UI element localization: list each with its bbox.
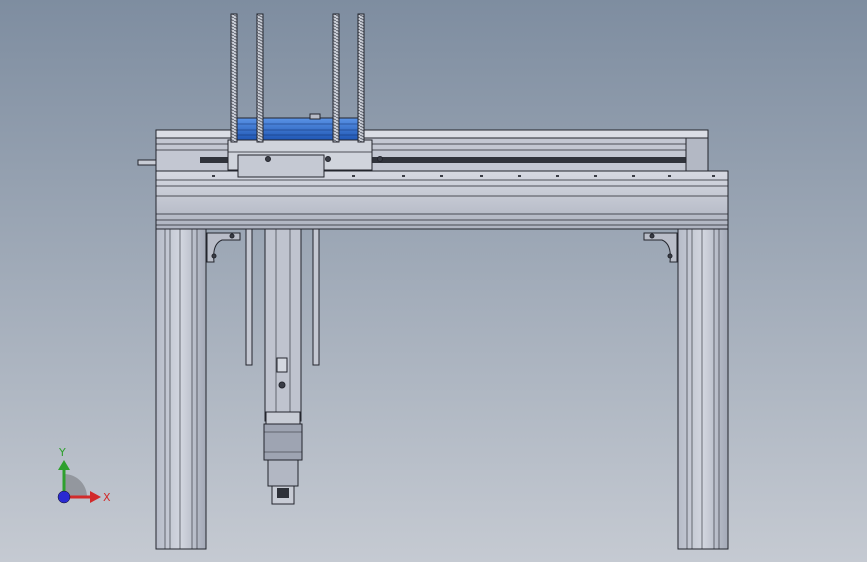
viewport-background (0, 0, 867, 562)
x-axis-label: X (103, 491, 111, 504)
main-crossbeam[interactable] (155, 170, 729, 230)
y-axis-label: Y (58, 446, 66, 459)
right-leg[interactable] (677, 228, 729, 550)
x-motor-shaft (137, 159, 157, 166)
left-leg[interactable] (155, 228, 207, 550)
cad-viewport[interactable]: Y X (0, 0, 867, 562)
z-axis-dot (57, 490, 71, 504)
blue-mounting-plate[interactable] (235, 113, 359, 141)
z-axis-column[interactable] (264, 228, 302, 422)
gantry-model-view[interactable]: Y X (0, 0, 867, 562)
